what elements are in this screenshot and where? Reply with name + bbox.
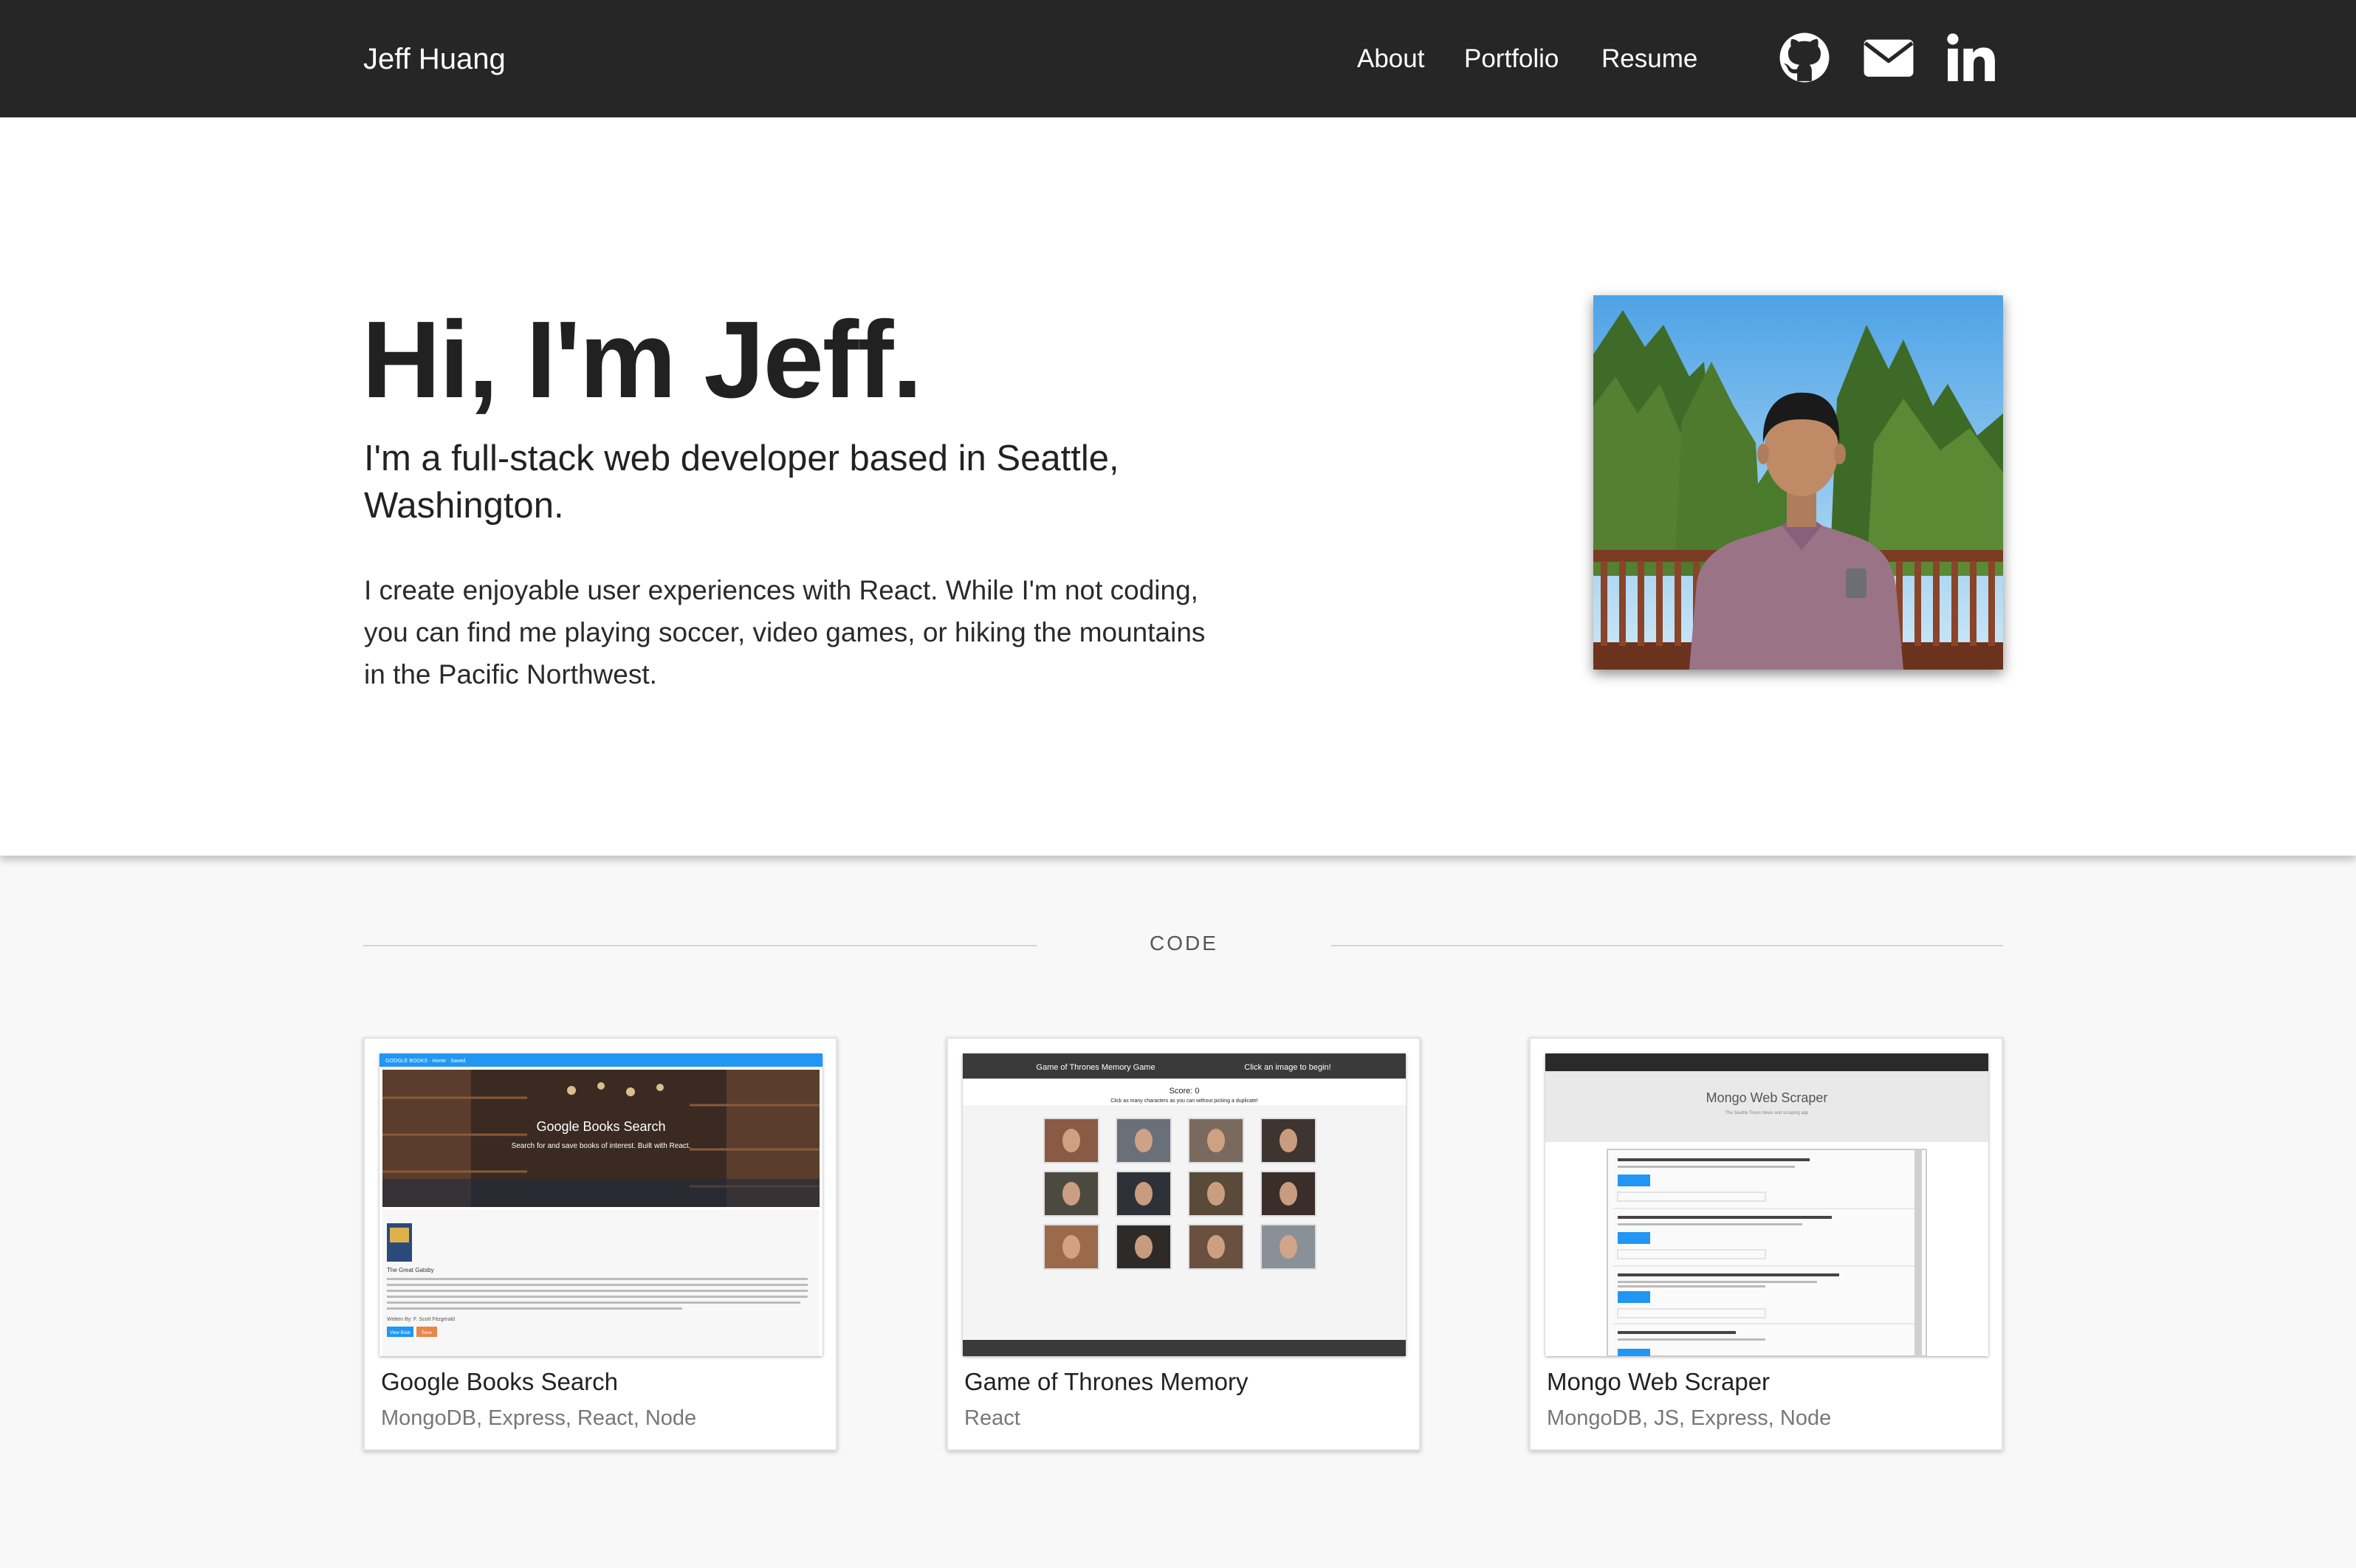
hero-subtitle: I'm a full-stack web developer based in … <box>364 439 1119 526</box>
project-card-mongo-scraper[interactable]: Mongo Web Scraper The Seattle Times News… <box>1529 1037 2003 1451</box>
project-title[interactable]: Google Books Search <box>381 1364 618 1400</box>
thumb-nav-text: GOOGLE BOOKS · Home · Saved <box>385 1059 465 1064</box>
project-tags: MongoDB, Express, React, Node <box>381 1406 697 1430</box>
project-title[interactable]: Mongo Web Scraper <box>1547 1364 1770 1400</box>
thumb-jumbo-title: Mongo Web Scraper <box>1706 1090 1828 1105</box>
nav-link-about[interactable]: About <box>1357 38 1424 80</box>
project-title[interactable]: Game of Thrones Memory <box>964 1364 1249 1400</box>
project-tags: MongoDB, JS, Express, Node <box>1547 1406 1832 1430</box>
github-icon[interactable] <box>1776 30 1833 86</box>
project-tags: React <box>964 1406 1020 1430</box>
thumb-book-title: The Great Gatsby <box>387 1267 434 1273</box>
section-heading: CODE <box>1150 932 1218 955</box>
profile-photo <box>1593 295 2003 670</box>
project-thumbnail[interactable]: Mongo Web Scraper The Seattle Times News… <box>1545 1053 1988 1356</box>
hero-title: Hi, I'm Jeff. <box>362 299 923 421</box>
thumb-book-author: Written By: F. Scott Fitzgerald <box>387 1317 455 1322</box>
hero-body: I create enjoyable user experiences with… <box>364 575 1206 690</box>
thumb-hero-subtitle: Search for and save books of interest. B… <box>512 1142 691 1150</box>
linkedin-icon[interactable] <box>1943 30 1999 86</box>
thumb-game-prompt: Click an image to begin! <box>1244 1063 1330 1072</box>
nav-link-resume[interactable]: Resume <box>1601 38 1697 80</box>
thumb-game-title: Game of Thrones Memory Game <box>1036 1063 1155 1072</box>
navbar: Jeff Huang About Portfolio Resume <box>0 0 2356 117</box>
project-thumbnail[interactable]: Game of Thrones Memory Game Click an ima… <box>963 1053 1406 1356</box>
project-thumbnail[interactable]: GOOGLE BOOKS · Home · Saved Google Books… <box>379 1053 822 1356</box>
hero-section: Hi, I'm Jeff. I'm a full-stack web devel… <box>0 117 2356 856</box>
mail-icon[interactable] <box>1861 30 1917 86</box>
thumb-hero-title: Google Books Search <box>536 1119 665 1134</box>
section-divider <box>363 945 1037 946</box>
thumb-score: Score: 0 <box>1170 1087 1200 1096</box>
nav-link-portfolio[interactable]: Portfolio <box>1464 38 1559 80</box>
project-card-google-books[interactable]: GOOGLE BOOKS · Home · Saved Google Books… <box>363 1037 837 1451</box>
project-card-got-memory[interactable]: Game of Thrones Memory Game Click an ima… <box>947 1037 1421 1451</box>
thumb-instructions: Click as many characters as you can with… <box>1110 1098 1258 1104</box>
thumb-save-button: Save <box>422 1331 432 1335</box>
brand-link[interactable]: Jeff Huang <box>363 38 506 80</box>
section-divider <box>1331 945 2003 946</box>
thumb-jumbo-subtitle: The Seattle Times News and scraping app <box>1725 1111 1809 1115</box>
thumb-view-button: View Book <box>390 1331 411 1335</box>
